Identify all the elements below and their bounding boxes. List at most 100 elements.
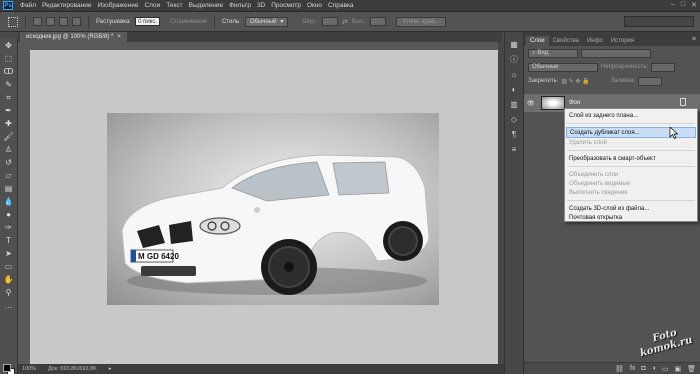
panel-tabs: Слои Свойства Инфо История <box>524 32 700 46</box>
zoom-level[interactable]: 100% <box>22 366 36 372</box>
antialias-checkbox[interactable]: Сглаживание <box>170 19 207 25</box>
trash-icon[interactable]: 🗑 <box>687 365 696 373</box>
close-tab-icon[interactable]: × <box>117 34 121 40</box>
menu-item-flatten-image[interactable]: Выполнить сведение <box>565 188 697 197</box>
menu-help[interactable]: Справка <box>325 2 357 9</box>
maximize-icon[interactable]: □ <box>681 1 685 9</box>
mouse-cursor-icon <box>669 127 679 139</box>
menu-filter[interactable]: Фильтр <box>226 2 254 9</box>
tab-layers[interactable]: Слои <box>526 36 549 46</box>
eraser-tool-icon[interactable]: ▱ <box>4 171 14 181</box>
link-icon[interactable]: ⛓ <box>615 365 624 373</box>
hand-tool-icon[interactable]: ✋ <box>4 275 14 285</box>
menu-layers[interactable]: Слои <box>141 2 163 9</box>
color-swatches[interactable] <box>3 364 15 374</box>
width-input[interactable] <box>321 17 338 26</box>
menu-item-merge-layers[interactable]: Объединить слои <box>565 170 697 179</box>
menu-item-delete-layer[interactable]: Удалить слой <box>565 138 697 147</box>
gradient-tool-icon[interactable]: ▤ <box>4 184 14 194</box>
canvas-area[interactable]: M GD 6420 <box>18 42 502 364</box>
blend-mode-select[interactable]: Обычные <box>528 62 598 72</box>
subtract-selection-icon[interactable] <box>59 17 68 26</box>
photoshop-logo: Ps <box>3 1 13 10</box>
move-tool-icon[interactable]: ✥ <box>4 41 14 51</box>
chevron-down-icon: ▾ <box>280 19 284 25</box>
refine-edge-button[interactable]: Уточн. край... <box>396 16 446 27</box>
style-value: Обычный <box>249 18 277 25</box>
menu-select[interactable]: Выделение <box>186 2 226 9</box>
tab-info[interactable]: Инфо <box>583 36 607 46</box>
shape-tool-icon[interactable]: ▭ <box>4 262 14 272</box>
stamp-tool-icon[interactable]: ♙ <box>4 145 14 155</box>
dodge-tool-icon[interactable]: ● <box>4 210 14 220</box>
menu-file[interactable]: Файл <box>17 2 39 9</box>
new-selection-icon[interactable] <box>33 17 42 26</box>
fx-icon[interactable]: fx <box>630 365 635 372</box>
height-input[interactable] <box>370 17 387 26</box>
marquee-tool-icon[interactable]: ⬚ <box>4 54 14 64</box>
adjustments-panel-icon[interactable]: ☼ <box>509 70 519 80</box>
window-controls: – □ ✕ <box>671 1 697 9</box>
feather-input[interactable]: 0 пикс. <box>135 17 161 26</box>
tab-history[interactable]: История <box>607 36 638 46</box>
crop-tool-icon[interactable]: ⌗ <box>4 93 14 103</box>
lock-icon <box>680 98 686 106</box>
document-tab-bar: исходник.jpg @ 100% (RGB/8) * × <box>18 32 502 42</box>
properties-panel-icon[interactable]: ⓘ <box>509 55 519 65</box>
blend-row: Обычные Непрозрачность: <box>524 60 700 74</box>
menu-image[interactable]: Изображение <box>95 2 142 9</box>
healing-tool-icon[interactable]: ✚ <box>4 119 14 129</box>
menu-view[interactable]: Просмотр <box>268 2 304 9</box>
menu-bar: Ps Файл Редактирование Изображение Слои … <box>0 0 700 12</box>
fill-input[interactable] <box>638 76 663 86</box>
brush-tool-icon[interactable]: 🖌 <box>4 132 14 142</box>
paragraph-panel-icon[interactable]: ¶ <box>509 130 519 140</box>
path-select-tool-icon[interactable]: ➤ <box>4 249 14 259</box>
tool-preset-icon[interactable] <box>8 16 18 27</box>
more-tools-icon[interactable]: … <box>4 301 14 311</box>
menu-item-new-3d-layer[interactable]: Создать 3D-слой из файла... <box>565 204 697 213</box>
history-brush-tool-icon[interactable]: ↺ <box>4 158 14 168</box>
add-selection-icon[interactable] <box>46 17 55 26</box>
history-panel-icon[interactable]: ▦ <box>509 40 519 50</box>
menu-edit[interactable]: Редактирование <box>39 2 95 9</box>
panel-menu-icon[interactable]: ≡ <box>692 36 696 43</box>
type-tool-icon[interactable]: T <box>4 236 14 246</box>
menu-item-postcard[interactable]: Почтовая открытка <box>565 213 697 222</box>
kind-filter-select[interactable]: ⌕ Вид <box>528 48 578 58</box>
pen-tool-icon[interactable]: ✑ <box>4 223 14 233</box>
color-panel-icon[interactable]: ◐ <box>509 85 519 95</box>
swap-icon[interactable]: ⇄ <box>342 18 348 26</box>
eye-icon[interactable]: 👁 <box>527 100 537 107</box>
opacity-input[interactable] <box>651 62 676 72</box>
quick-select-tool-icon[interactable]: ✎ <box>4 80 14 90</box>
menu-3d[interactable]: 3D <box>254 2 268 9</box>
style-select[interactable]: Обычный ▾ <box>244 16 289 27</box>
styles-panel-icon[interactable]: ◇ <box>509 115 519 125</box>
eyedropper-tool-icon[interactable]: ✒ <box>4 106 14 116</box>
document-tab[interactable]: исходник.jpg @ 100% (RGB/8) * × <box>20 32 127 42</box>
foreground-color-swatch[interactable] <box>3 364 11 372</box>
lasso-tool-icon[interactable]: ↀ <box>4 67 14 77</box>
opacity-label: Непрозрачность: <box>601 64 649 70</box>
minimize-icon[interactable]: – <box>671 1 675 9</box>
filter-icons[interactable] <box>581 48 651 58</box>
menu-item-layer-from-background[interactable]: Слой из заднего плана... <box>565 111 697 120</box>
close-icon[interactable]: ✕ <box>691 1 697 9</box>
blur-tool-icon[interactable]: 💧 <box>4 197 14 207</box>
workspace-select[interactable] <box>624 16 694 27</box>
lock-icons[interactable]: ▧ ✎ ✥ 🔒 <box>561 78 589 85</box>
document-canvas[interactable]: M GD 6420 <box>30 50 499 364</box>
tab-properties[interactable]: Свойства <box>549 36 583 46</box>
menu-item-merge-visible[interactable]: Объединить видимые <box>565 179 697 188</box>
channels-panel-icon[interactable]: ≡ <box>509 145 519 155</box>
status-arrow-icon[interactable]: ▸ <box>109 366 112 372</box>
zoom-tool-icon[interactable]: ⚲ <box>4 288 14 298</box>
style-label: Стиль: <box>222 18 241 25</box>
menu-window[interactable]: Окно <box>304 2 325 9</box>
fill-label: Заливка: <box>610 78 636 84</box>
menu-item-convert-smart-object[interactable]: Преобразовать в смарт-объект <box>565 154 697 163</box>
intersect-selection-icon[interactable] <box>72 17 81 26</box>
swatches-panel-icon[interactable]: ▥ <box>509 100 519 110</box>
menu-type[interactable]: Текст <box>163 2 185 9</box>
